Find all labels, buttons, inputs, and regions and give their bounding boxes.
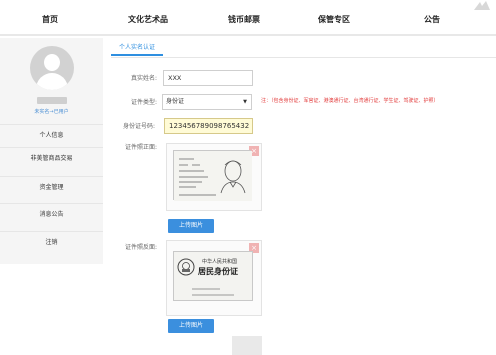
sidebar-item-personal-info[interactable]: 个人信息 bbox=[0, 124, 103, 146]
real-name-label: 真实姓名: bbox=[131, 75, 158, 82]
top-nav: 首页 文化艺术品 钱币邮票 保管专区 公告 bbox=[0, 0, 496, 36]
dropdown-arrow-icon: ▼ bbox=[243, 99, 247, 105]
sidebar: 未实名→已用户 个人信息 非美管商品交易 资金管理 消息公告 注销 bbox=[0, 38, 103, 264]
user-status-link[interactable]: 未实名→已用户 bbox=[0, 108, 103, 115]
id-card-back-image: 中华人民共和国 居民身份证 bbox=[173, 251, 253, 301]
sidebar-item-trading[interactable]: 非美管商品交易 bbox=[0, 147, 103, 169]
id-type-note: 注：（包含身份证、军官证、港澳通行证、台湾通行证、学生证、驾驶证、护照） bbox=[261, 98, 439, 104]
real-name-input[interactable]: XXX bbox=[163, 70, 253, 86]
nav-item-home[interactable]: 首页 bbox=[42, 14, 58, 25]
front-photo-label: 证件照正面: bbox=[125, 144, 158, 151]
id-number-label: 身份证号码: bbox=[123, 123, 156, 130]
sidebar-item-messages[interactable]: 消息公告 bbox=[0, 203, 103, 225]
corner-logo-icon bbox=[474, 1, 490, 10]
nav-item-custody[interactable]: 保管专区 bbox=[318, 14, 350, 25]
national-emblem-icon bbox=[177, 258, 195, 276]
id-card-front-graphic bbox=[174, 151, 252, 201]
id-card-back-lines bbox=[192, 288, 234, 296]
avatar-placeholder-icon bbox=[30, 46, 74, 90]
upload-front-button[interactable]: 上传图片 bbox=[168, 219, 214, 233]
tab-real-name-auth[interactable]: 个人实名认证 bbox=[111, 40, 164, 56]
id-card-back-country: 中华人民共和国 bbox=[202, 259, 238, 265]
nav-item-announcements[interactable]: 公告 bbox=[424, 14, 440, 25]
id-card-back-title: 居民身份证 bbox=[198, 267, 238, 276]
id-type-select[interactable]: 身份证 ▼ bbox=[162, 94, 252, 110]
nav-item-coins-stamps[interactable]: 钱币邮票 bbox=[228, 14, 260, 25]
upload-back-button[interactable]: 上传图片 bbox=[168, 319, 214, 333]
nav-item-culture-art[interactable]: 文化艺术品 bbox=[128, 14, 168, 25]
id-type-label: 证件类型: bbox=[131, 99, 158, 106]
front-photo-box: × bbox=[166, 143, 262, 211]
back-photo-box: × 中华人民共和国 居民身份证 bbox=[166, 240, 262, 316]
back-photo-label: 证件照反面: bbox=[125, 244, 158, 251]
sidebar-item-funds[interactable]: 资金管理 bbox=[0, 176, 103, 198]
scroll-to-top-button[interactable] bbox=[232, 336, 262, 355]
id-number-input[interactable]: 123456789098765432 bbox=[164, 118, 253, 134]
id-card-front-image bbox=[173, 150, 252, 201]
username-redacted bbox=[37, 97, 67, 104]
tab-divider bbox=[111, 57, 496, 58]
sidebar-item-logout[interactable]: 注销 bbox=[0, 231, 103, 253]
id-type-value: 身份证 bbox=[166, 98, 185, 105]
